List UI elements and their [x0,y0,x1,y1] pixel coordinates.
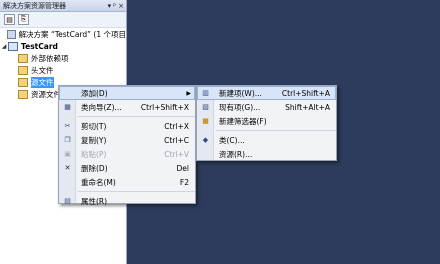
tree-item-label: 解决方案 “TestCard” (1 个项目 [18,29,126,39]
paste-icon: ▣ [64,150,71,158]
menu-separator [78,191,195,192]
tree-item-label: TestCard [21,41,58,51]
show-all-files-icon[interactable]: ⎘ [18,14,29,25]
submenu-arrow-icon: ▶ [186,89,191,97]
context-menu: 添加(D) ▶ ▦ 类向导(Z)... Ctrl+Shift+X ✂ 剪切(T)… [58,85,196,206]
delete-icon: ✕ [64,164,71,172]
tree-item-label: 头文件 [31,65,54,75]
tree-item-folder[interactable]: 外部依赖项 [0,52,126,64]
tree-item-label: 源文件 [31,76,54,88]
menu-item-properties[interactable]: ▤ 属性(R) [59,194,195,208]
menu-item-delete[interactable]: ✕ 删除(D) Del [59,161,195,175]
menu-item-new-filter[interactable]: ■ 新建筛选器(F) [197,114,336,128]
menu-item-rename[interactable]: 重命名(M) F2 [59,175,195,189]
panel-title-bar: 解决方案资源管理器 ▾ ᵖ × [0,0,126,12]
tree-item-label: 外部依赖项 [31,53,69,63]
dropdown-icon[interactable]: ▾ [108,2,112,10]
menu-separator [216,130,336,131]
panel-toolbar: ▤ ⎘ [0,12,126,28]
menu-item-copy[interactable]: ❐ 复制(Y) Ctrl+C [59,133,195,147]
cut-icon: ✂ [64,122,71,130]
tree-item-label: 资源文件 [31,89,61,99]
tree-item-folder[interactable]: 头文件 [0,64,126,76]
copy-icon: ❐ [64,136,71,144]
menu-item-add[interactable]: 添加(D) ▶ [59,86,195,100]
existing-item-icon: ▧ [202,103,209,111]
pin-icon[interactable]: ᵖ [113,2,116,10]
panel-title: 解决方案资源管理器 [3,1,66,10]
folder-icon [18,65,28,75]
menu-item-cut[interactable]: ✂ 剪切(T) Ctrl+X [59,119,195,133]
menu-item-class[interactable]: ◆ 类(C)... [197,133,336,147]
add-submenu: ▥ 新建项(W)... Ctrl+Shift+A ▧ 现有项(G)... Shi… [196,85,337,161]
collapse-icon[interactable]: ◢ [0,43,8,50]
properties-icon: ▤ [64,197,71,205]
tree-item-solution[interactable]: 解决方案 “TestCard” (1 个项目 [0,28,126,40]
folder-icon [18,77,28,87]
folder-icon: ■ [202,117,209,125]
menu-item-resource[interactable]: 资源(R)... [197,147,336,161]
menu-separator [78,116,195,117]
menu-item-paste[interactable]: ▣ 粘贴(P) Ctrl+V [59,147,195,161]
close-icon[interactable]: × [118,2,124,10]
solution-icon [6,29,16,39]
folder-icon [18,53,28,63]
project-icon [8,41,18,51]
properties-icon[interactable]: ▤ [4,14,15,25]
menu-item-class-wizard[interactable]: ▦ 类向导(Z)... Ctrl+Shift+X [59,100,195,114]
class-wizard-icon: ▦ [64,103,71,111]
menu-item-new-item[interactable]: ▥ 新建项(W)... Ctrl+Shift+A [197,86,336,100]
menu-item-existing-item[interactable]: ▧ 现有项(G)... Shift+Alt+A [197,100,336,114]
class-icon: ◆ [202,136,209,144]
tree-item-project[interactable]: ◢ TestCard [0,40,126,52]
new-item-icon: ▥ [202,89,209,97]
folder-icon [18,89,28,99]
